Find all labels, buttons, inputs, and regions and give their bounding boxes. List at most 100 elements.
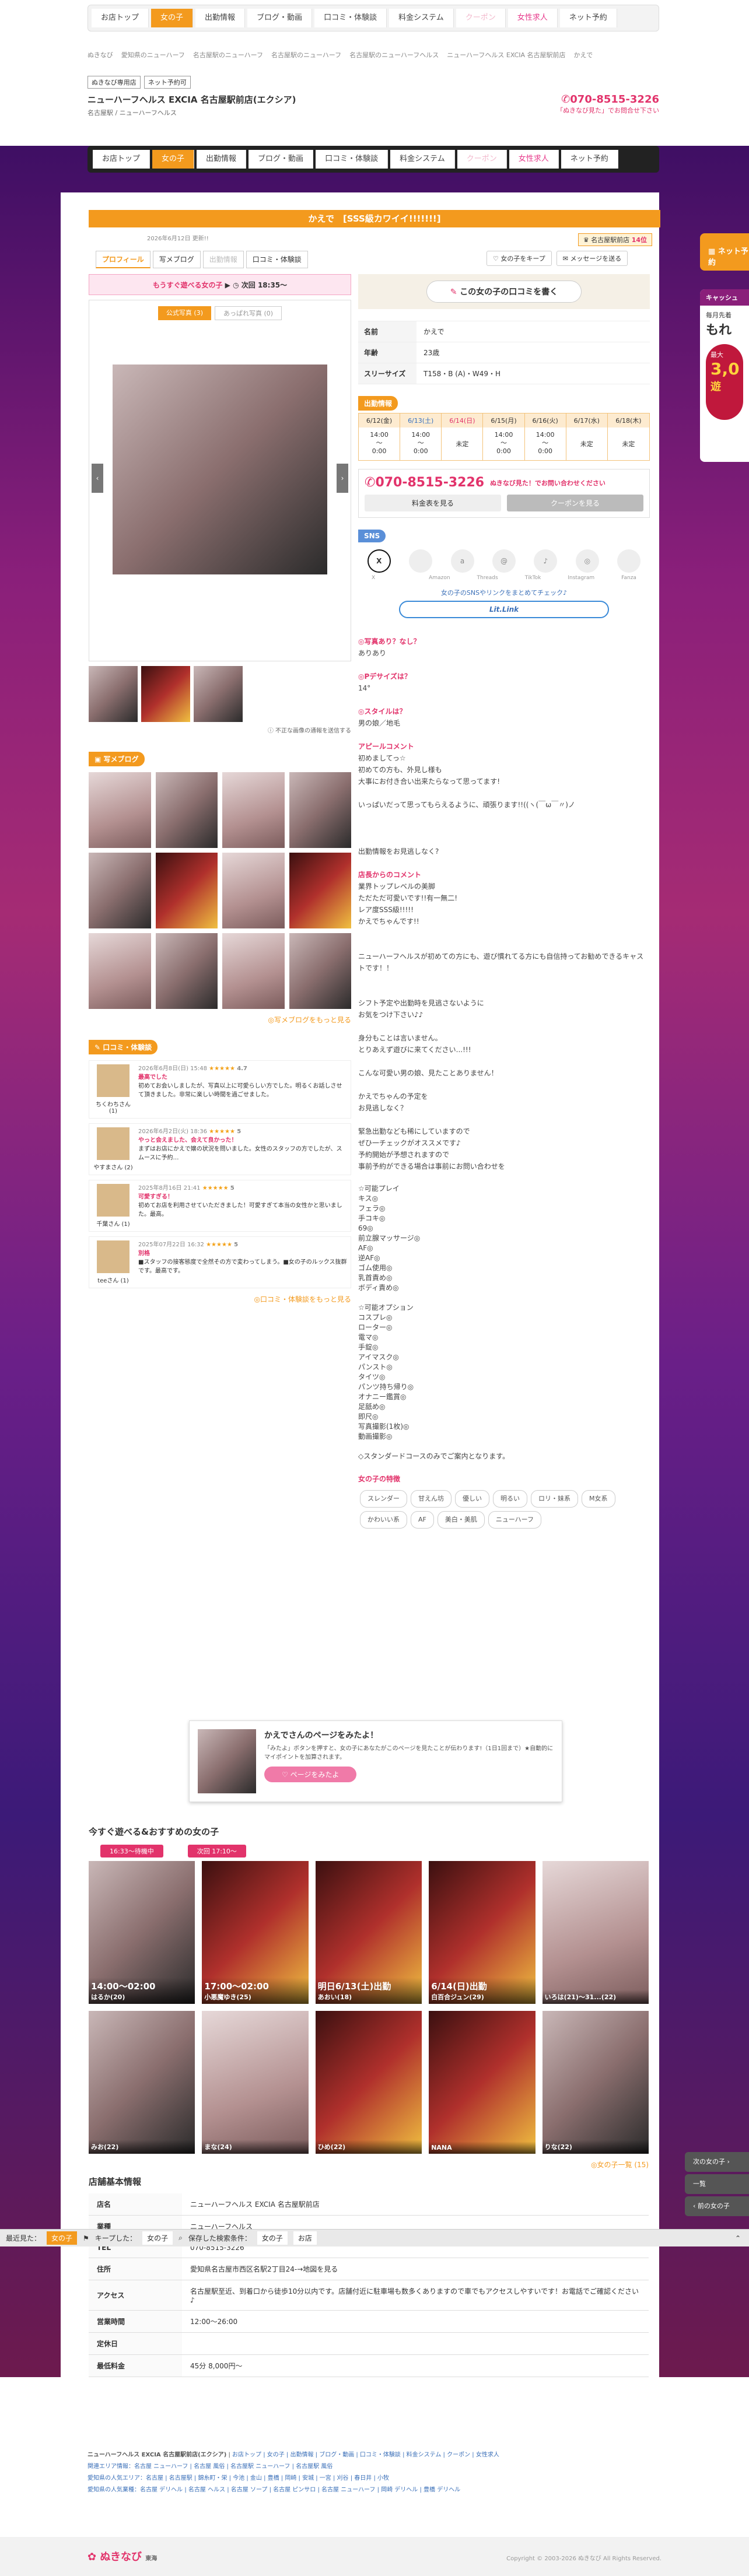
nav-shop-top[interactable]: お店トップ — [92, 9, 149, 27]
write-review-button[interactable]: ✎ この女の子の口コミを書く — [426, 281, 582, 303]
sns-icon[interactable] — [409, 549, 433, 573]
girl-card[interactable]: 17:00〜02:00 小悪魔ゆき(25) — [202, 1861, 309, 2004]
feature-pill[interactable]: スレンダー — [360, 1490, 407, 1508]
breadcrumb-item[interactable]: 名古屋駅のニューハーフヘルス — [349, 50, 439, 59]
next-girl-button[interactable]: 次の女の子 › — [685, 2152, 749, 2172]
litlink-button[interactable]: Lit.Link — [399, 601, 609, 618]
blog-more-link[interactable]: ◎写メブログをもっと見る — [89, 1015, 352, 1025]
tiktok-icon[interactable]: ♪ — [534, 549, 558, 573]
nav-recruit[interactable]: 女性求人 — [508, 9, 558, 27]
breadcrumb-item[interactable]: 名古屋駅のニューハーフ — [271, 50, 341, 59]
message-button[interactable]: ✉ メッセージを送る — [556, 251, 628, 266]
feature-pill[interactable]: かわいい系 — [360, 1511, 407, 1529]
coupon-button[interactable]: クーポンを見る — [507, 495, 643, 511]
history-saved-girls[interactable]: 女の子 — [257, 2231, 288, 2245]
footer-genre-links[interactable]: 愛知県の人気業種：名古屋 デリヘル | 名古屋 ヘルス | 名古屋 ソープ | … — [88, 2484, 659, 2496]
footer-logo[interactable]: ✿ ぬきなび 東海 — [88, 2549, 157, 2564]
tab-blog[interactable]: 写メブログ — [152, 251, 201, 268]
nav-price[interactable]: 料金システム — [389, 9, 454, 27]
x-icon[interactable]: X — [367, 549, 391, 573]
breadcrumb-item[interactable]: ニューハーフヘルス EXCIA 名古屋駅前店 — [447, 50, 565, 59]
breadcrumb-item[interactable]: ぬきなび — [88, 50, 113, 59]
blog-thumb[interactable] — [222, 853, 285, 928]
feature-pill[interactable]: AF — [411, 1511, 434, 1529]
girl-card[interactable]: 14:00〜02:00 はるか(20) — [89, 1861, 195, 2004]
side-ad[interactable]: キャッシュ 毎月先着 もれ 最大 3,0 遊 — [700, 289, 749, 462]
feature-pill[interactable]: ロリ・妹系 — [531, 1490, 578, 1508]
blog-thumb[interactable] — [155, 853, 218, 928]
tab-profile[interactable]: プロフィール — [96, 251, 150, 268]
photo-thumb[interactable] — [194, 666, 243, 722]
photo-tab-appare[interactable]: あっぱれ写真 (0) — [215, 306, 282, 320]
review-item[interactable]: teeさん (1) 2025年07月22日 16:32 ★★★★★ 5 別格 ■スタ… — [89, 1236, 351, 1288]
girl-card[interactable]: ひめ(22) — [315, 2011, 422, 2154]
nav-girls[interactable]: 女の子 — [151, 9, 194, 27]
blog-thumb[interactable] — [89, 933, 151, 1009]
contact-phone[interactable]: ✆070-8515-3226 — [365, 475, 484, 490]
blog-thumb[interactable] — [289, 772, 351, 848]
nav-blog[interactable]: ブログ・動画 — [247, 9, 313, 27]
history-saved-shops[interactable]: お店 — [293, 2231, 317, 2245]
nav-girls[interactable]: 女の子 — [152, 150, 195, 169]
footer-pop-links[interactable]: 愛知県の人気エリア：名古屋 | 名古屋駅 | 錦糸町・栄 | 今池 | 金山 |… — [88, 2473, 659, 2484]
girl-card[interactable]: 6/14(日)出勤 白百合ジュン(29) — [429, 1861, 536, 2004]
nav-blog[interactable]: ブログ・動画 — [249, 150, 314, 169]
now-available[interactable]: もうすぐ遊べる女の子 ▶ ◷ 次回 18:35〜 — [89, 274, 351, 295]
chevron-up-icon[interactable]: ⌃ — [735, 2234, 741, 2242]
blog-thumb[interactable] — [222, 933, 285, 1009]
mitayo-button[interactable]: ♡ ページをみたよ — [264, 1767, 357, 1782]
nav-shop-top[interactable]: お店トップ — [93, 150, 150, 169]
threads-icon[interactable]: @ — [492, 549, 516, 573]
nav-net-reserve[interactable]: ネット予約 — [559, 9, 617, 27]
girl-card[interactable]: りな(22) — [542, 2011, 649, 2154]
girl-list-link[interactable]: ◎女の子一覧 (15) — [89, 2160, 649, 2170]
amazon-icon[interactable]: a — [450, 549, 474, 573]
feature-pill[interactable]: ニューハーフ — [488, 1511, 541, 1529]
photo-tab-official[interactable]: 公式写真 (3) — [158, 306, 211, 320]
nav-price[interactable]: 料金システム — [390, 150, 455, 169]
feature-pill[interactable]: 優しい — [455, 1490, 489, 1508]
tab-schedule[interactable]: 出勤情報 — [202, 251, 244, 268]
prev-girl-button[interactable]: ‹ 前の女の子 — [685, 2196, 749, 2216]
instagram-icon[interactable]: ◎ — [575, 549, 599, 573]
nav-recruit[interactable]: 女性求人 — [509, 150, 559, 169]
girl-card[interactable]: みお(22) — [89, 2011, 195, 2154]
footer-nav-links[interactable]: お店トップ | 女の子 | 出勤情報 | ブログ・動画 | 口コミ・体験談 | … — [232, 2452, 499, 2458]
feature-pill[interactable]: 美白・美肌 — [437, 1511, 485, 1529]
price-button[interactable]: 料金表を見る — [365, 495, 501, 511]
review-item[interactable]: 千葉さん (1) 2025年8月16日 21:41 ★★★★★ 5 可愛すぎる！初… — [89, 1180, 351, 1232]
girl-card[interactable]: 明日6/13(土)出勤 あおい(18) — [315, 1861, 422, 2004]
reviews-more-link[interactable]: ◎口コミ・体験談をもっと見る — [89, 1294, 352, 1304]
feature-pill[interactable]: 明るい — [493, 1490, 527, 1508]
blog-thumb[interactable] — [155, 933, 218, 1009]
blog-thumb[interactable] — [289, 853, 351, 928]
review-item[interactable]: やすまさん (2) 2026年6月2日(火) 18:36 ★★★★★ 5 やっと会… — [89, 1123, 351, 1175]
history-kept-girls[interactable]: 女の子 — [142, 2231, 173, 2245]
side-net-reserve[interactable]: ▦ ネット予約 — [700, 233, 749, 271]
feature-pill[interactable]: M女系 — [582, 1490, 615, 1508]
nav-net-reserve[interactable]: ネット予約 — [561, 150, 618, 169]
breadcrumb-item[interactable]: 名古屋駅のニューハーフ — [193, 50, 263, 59]
nav-schedule[interactable]: 出勤情報 — [197, 150, 247, 169]
review-item[interactable]: ちくわちさん (1) 2026年6月8日(日) 15:48 ★★★★★ 4.7 最… — [89, 1060, 351, 1119]
next-photo-button[interactable]: › — [337, 464, 348, 493]
report-link[interactable]: ⓘ 不正な画像の通報を送信する — [89, 726, 351, 734]
girl-card[interactable]: いろは(21)〜31...(22) — [542, 1861, 649, 2004]
nav-reviews[interactable]: 口コミ・体験談 — [316, 150, 388, 169]
main-photo[interactable] — [113, 365, 327, 574]
history-recent-girls[interactable]: 女の子 — [47, 2231, 78, 2245]
nav-coupon[interactable]: クーポン — [456, 9, 506, 27]
nav-reviews[interactable]: 口コミ・体験談 — [314, 9, 387, 27]
photo-thumb[interactable] — [89, 666, 138, 722]
footer-area-links[interactable]: 関連エリア情報：名古屋 ニューハーフ | 名古屋 風俗 | 名古屋駅 ニューハー… — [88, 2461, 659, 2473]
breadcrumb-item[interactable]: 愛知県のニューハーフ — [121, 50, 185, 59]
nav-coupon[interactable]: クーポン — [457, 150, 507, 169]
nav-schedule[interactable]: 出勤情報 — [195, 9, 246, 27]
shop-phone[interactable]: ✆070-8515-3226 — [556, 93, 659, 106]
keep-button[interactable]: ♡ 女の子をキープ — [487, 251, 552, 266]
blog-thumb[interactable] — [289, 933, 351, 1009]
sns-icon[interactable] — [617, 549, 641, 573]
feature-pill[interactable]: 甘えん坊 — [411, 1490, 452, 1508]
prev-photo-button[interactable]: ‹ — [92, 464, 103, 493]
blog-thumb[interactable] — [222, 772, 285, 848]
